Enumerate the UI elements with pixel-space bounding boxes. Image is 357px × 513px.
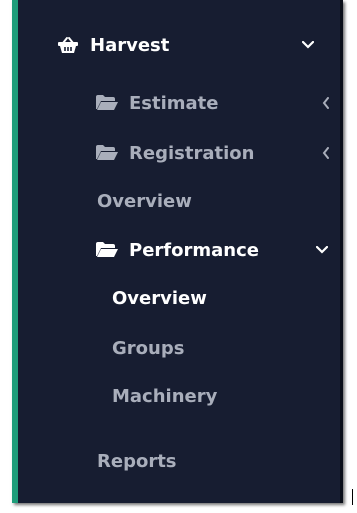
sidebar-item-label: Machinery <box>112 385 218 407</box>
sidebar: Harvest Estimate Registration Overview P… <box>12 0 343 503</box>
text-cursor-mark <box>352 489 353 505</box>
folder-open-icon <box>95 93 119 113</box>
sidebar-item-label: Groups <box>112 337 185 359</box>
sidebar-item-performance[interactable]: Performance <box>12 230 343 270</box>
sidebar-item-label: Performance <box>129 239 259 261</box>
sidebar-item-label: Harvest <box>90 34 170 56</box>
sidebar-item-estimate[interactable]: Estimate <box>12 83 343 123</box>
sidebar-item-label: Overview <box>112 287 207 309</box>
sidebar-subitem-overview[interactable]: Overview <box>12 278 343 318</box>
sidebar-item-label: Registration <box>129 142 255 164</box>
basket-icon <box>56 35 80 55</box>
sidebar-subitem-machinery[interactable]: Machinery <box>12 376 343 416</box>
sidebar-item-harvest[interactable]: Harvest <box>12 25 343 65</box>
sidebar-item-registration[interactable]: Registration <box>12 133 343 173</box>
sidebar-item-label: Estimate <box>129 92 219 114</box>
chevron-down-icon <box>314 242 330 258</box>
sidebar-item-reports[interactable]: Reports <box>12 441 343 481</box>
chevron-down-icon <box>300 37 316 53</box>
sidebar-subitem-groups[interactable]: Groups <box>12 328 343 368</box>
sidebar-item-label: Reports <box>97 450 177 472</box>
folder-open-icon <box>95 240 119 260</box>
chevron-left-icon <box>318 95 334 111</box>
sidebar-item-label: Overview <box>97 190 192 212</box>
sidebar-item-overview[interactable]: Overview <box>12 181 343 221</box>
chevron-left-icon <box>318 145 334 161</box>
folder-open-icon <box>95 143 119 163</box>
